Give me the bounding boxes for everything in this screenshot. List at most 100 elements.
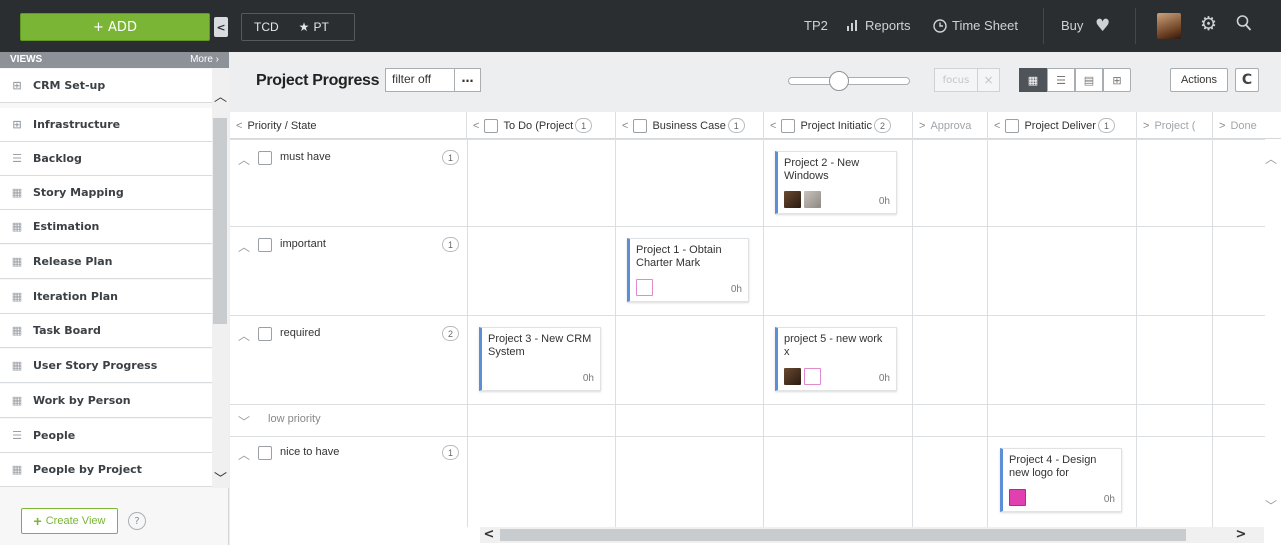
row-checkbox[interactable] [258, 238, 273, 252]
sidebar-item-label: Iteration Plan [33, 290, 118, 303]
column-checkbox[interactable] [781, 118, 796, 133]
column-header[interactable]: < Project Deliver 1 [988, 112, 1137, 139]
project-card[interactable]: Project 2 - New Windows 0h [775, 151, 897, 214]
row-count: 1 [442, 150, 459, 165]
chevron-up-icon[interactable]: ︿ [1263, 150, 1279, 166]
zoom-slider[interactable] [788, 77, 910, 85]
add-button[interactable]: + ADD [20, 13, 210, 41]
chevron-left-icon[interactable]: < [480, 527, 498, 543]
chevron-right-icon[interactable]: > [1232, 527, 1250, 543]
tag-selector[interactable]: TCD ★ PT [241, 13, 355, 41]
row-header[interactable]: ︿ important 1 [230, 226, 467, 315]
column-header[interactable]: < To Do (Project 1 [467, 112, 616, 139]
card-avatars [784, 368, 821, 385]
search-icon[interactable] [1236, 14, 1252, 35]
row-checkbox[interactable] [258, 151, 273, 165]
column-header[interactable]: < Project Initiatic 2 [764, 112, 913, 139]
column-count: 1 [727, 118, 745, 133]
project-card[interactable]: Project 4 - Design new logo for 0h [1000, 448, 1122, 512]
row-checkbox[interactable] [258, 446, 273, 460]
row-header[interactable]: ︿ nice to have 1 [230, 436, 467, 526]
column-checkbox[interactable] [1005, 118, 1020, 133]
column-header-collapsed[interactable]: > Project ( [1137, 112, 1213, 139]
zoom-slider-handle[interactable] [829, 71, 849, 91]
sidebar-item-infrastructure[interactable]: ⊞ Infrastructure [0, 108, 212, 142]
sidebar-item-release-plan[interactable]: ▦ Release Plan [0, 245, 212, 279]
row-header-collapsed[interactable]: ﹀ low priority [230, 404, 467, 436]
project-card[interactable]: Project 1 - Obtain Charter Mark 0h [627, 238, 749, 302]
page-title: Project Progress [256, 72, 380, 89]
actions-button[interactable]: Actions [1170, 68, 1228, 92]
column-header-collapsed[interactable]: > Done [1213, 112, 1265, 139]
chevron-left-icon[interactable]: < [236, 120, 242, 132]
chevron-left-icon[interactable]: < [473, 120, 479, 132]
row-header[interactable]: ︿ must have 1 [230, 139, 467, 226]
create-view-button[interactable]: + Create View [21, 508, 118, 534]
chevron-left-icon[interactable]: < [622, 120, 628, 132]
focus-button[interactable]: focus [934, 68, 978, 92]
sidebar-item-estimation[interactable]: ▦ Estimation [0, 210, 212, 244]
sidebar-item-backlog[interactable]: ☰ Backlog [0, 142, 212, 176]
row-header[interactable]: ︿ required 2 [230, 315, 467, 404]
sidebar-item-task-board[interactable]: ▦ Task Board [0, 314, 212, 348]
sidebar-item-iteration-plan[interactable]: ▦ Iteration Plan [0, 280, 212, 314]
plus-icon: + [33, 513, 42, 529]
column-checkbox[interactable] [633, 118, 648, 133]
column-header[interactable]: < Business Case 1 [616, 112, 764, 139]
reports-link[interactable]: Reports [846, 18, 911, 33]
chevron-down-icon[interactable]: ﹀ [238, 413, 250, 430]
sidebar-scroll-thumb[interactable] [213, 118, 227, 324]
column-count: 2 [873, 118, 891, 133]
column-checkbox[interactable] [484, 118, 499, 133]
chevron-down-icon[interactable]: ﹀ [1263, 497, 1279, 513]
chevron-right-icon[interactable]: > [1219, 120, 1225, 132]
refresh-icon[interactable]: C [1235, 68, 1259, 92]
board-scroll-thumb[interactable] [500, 529, 1186, 541]
timesheet-link[interactable]: Time Sheet [933, 18, 1018, 33]
filter-select[interactable]: filter off [385, 68, 455, 92]
chevron-left-icon[interactable]: < [770, 120, 776, 132]
card-hours: 0h [1103, 494, 1115, 505]
grid-line [987, 139, 988, 527]
sidebar-item-people[interactable]: ☰ People [0, 419, 212, 453]
project-card[interactable]: Project 3 - New CRM System 0h [479, 327, 601, 391]
chevron-up-icon[interactable]: ︿ [212, 86, 229, 105]
chevron-right-icon[interactable]: > [1143, 120, 1149, 132]
row-label: required [280, 327, 321, 339]
project-card[interactable]: project 5 - new work x 0h [775, 327, 897, 391]
sidebar-item-work-by-person[interactable]: ▦ Work by Person [0, 384, 212, 418]
filter-more-button[interactable]: … [455, 68, 481, 92]
chevron-up-icon[interactable]: ︿ [238, 327, 250, 344]
sidebar-item-label: People by Project [33, 463, 142, 476]
help-icon[interactable]: ? [128, 512, 146, 530]
gear-icon[interactable]: ⚙ [1200, 13, 1217, 35]
board-view-icon[interactable]: ▦ [1019, 68, 1047, 92]
list-view-icon[interactable]: ☰ [1047, 68, 1075, 92]
row-label: important [280, 238, 326, 250]
tp2-link[interactable]: TP2 [804, 18, 828, 33]
hierarchy-view-icon[interactable]: ⊞ [1103, 68, 1131, 92]
chevron-right-icon[interactable]: > [919, 120, 925, 132]
chevron-up-icon[interactable]: ︿ [238, 238, 250, 255]
sidebar-item-people-by-project[interactable]: ▦ People by Project [0, 453, 212, 487]
heart-icon[interactable]: ♥ [1095, 16, 1110, 36]
sidebar-item-user-story-progress[interactable]: ▦ User Story Progress [0, 349, 212, 383]
priority-state-header[interactable]: < Priority / State [230, 112, 467, 139]
column-header-collapsed[interactable]: > Approva [913, 112, 988, 139]
chevron-left-icon[interactable]: < [994, 120, 1000, 132]
tag-tcd[interactable]: TCD [254, 20, 279, 34]
focus-clear-icon[interactable]: × [978, 68, 1000, 92]
tag-pt[interactable]: PT [313, 20, 328, 34]
chevron-up-icon[interactable]: ︿ [238, 151, 250, 168]
row-checkbox[interactable] [258, 327, 273, 341]
chevron-left-icon[interactable]: < [214, 17, 228, 37]
chevron-down-icon[interactable]: ﹀ [212, 468, 229, 487]
sidebar-item-story-mapping[interactable]: ▦ Story Mapping [0, 176, 212, 210]
buy-link[interactable]: Buy [1061, 18, 1083, 33]
more-link[interactable]: More › [190, 54, 219, 65]
sidebar-item-crm-setup[interactable]: ⊞ CRM Set-up [0, 69, 212, 103]
table-view-icon[interactable]: ▤ [1075, 68, 1103, 92]
chevron-up-icon[interactable]: ︿ [238, 446, 250, 463]
user-avatar[interactable] [1157, 13, 1181, 39]
buy-label: Buy [1061, 18, 1084, 33]
